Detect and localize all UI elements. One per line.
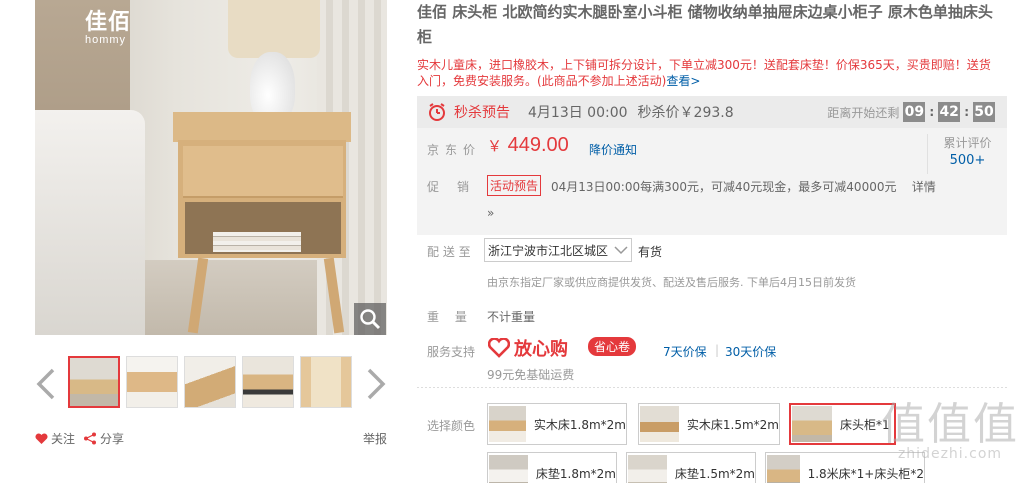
service-logo[interactable]: 放心购	[488, 335, 568, 361]
image-lamp-shade	[228, 0, 320, 58]
seckill-time: 4月13日 00:00	[528, 105, 628, 121]
countdown-separator: :	[929, 105, 935, 119]
price-value: ￥ 449.00	[487, 134, 569, 157]
follow-label: 关注	[51, 432, 76, 446]
color-option-thumb	[767, 455, 800, 483]
service-label: 服务支持	[427, 345, 476, 359]
review-count: 500+	[949, 153, 986, 168]
promotion-detail-link[interactable]: 详情	[912, 180, 936, 194]
brand-name-en: hommy	[85, 34, 127, 46]
price-label: 京东价	[427, 143, 482, 157]
countdown-minutes: 42	[938, 102, 961, 122]
color-option[interactable]: 床垫1.5m*2m	[626, 452, 756, 483]
color-option[interactable]: 床垫1.8m*2m	[487, 452, 617, 483]
main-product-image[interactable]: 佳佰 hommy	[35, 0, 387, 335]
color-option-label: 实木床1.5m*2m	[686, 417, 779, 432]
countdown: 距离开始还剩 09 : 42 : 50	[827, 102, 995, 122]
promo-text: 实木儿童床，进口橡胶木，上下铺可拆分设计，下单立减300元！送配套床垫！价保36…	[417, 57, 1002, 89]
address-value: 浙江宁波市江北区城区	[488, 243, 609, 258]
magnifier-icon[interactable]	[354, 303, 386, 335]
thumbnail-strip	[68, 356, 352, 408]
heart-outline-icon	[488, 338, 510, 358]
review-label: 累计评价	[943, 136, 992, 150]
shipping-note: 由京东指定厂家或供应商提供发货、配送及售后服务. 下单后4月15日前发货	[487, 276, 856, 289]
image-bed	[35, 110, 145, 335]
delivery-label: 配 送 至	[427, 245, 471, 259]
price-drop-notify-link[interactable]: 降价通知	[589, 141, 637, 158]
image-nightstand-drawer	[183, 146, 343, 198]
promotion-tag: 活动预告	[487, 175, 542, 196]
countdown-label: 距离开始还剩	[827, 105, 900, 120]
thumbnail[interactable]	[184, 356, 236, 408]
thumbnail[interactable]	[126, 356, 178, 408]
free-shipping-note: 99元免基础运费	[487, 368, 575, 382]
seckill-bar: 秒杀预告 4月13日 00:00 秒杀价￥293.8 距离开始还剩 09 : 4…	[417, 96, 1007, 128]
image-books	[213, 232, 301, 252]
countdown-seconds: 50	[973, 102, 995, 122]
service-badge[interactable]: 省心卷	[588, 337, 637, 356]
color-option-thumb	[640, 406, 679, 442]
countdown-hours: 09	[903, 102, 926, 122]
color-option-thumb	[489, 455, 528, 483]
thumbnail[interactable]	[300, 356, 352, 408]
promotion-label: 促销	[427, 180, 488, 194]
follow-button[interactable]: 关注	[35, 430, 75, 447]
currency-symbol: ￥	[487, 138, 503, 155]
image-nightstand-top	[173, 112, 351, 142]
countdown-separator: :	[964, 105, 969, 119]
share-label: 分享	[100, 432, 125, 446]
color-option-label: 床垫1.5m*2m	[674, 466, 755, 481]
product-title: 佳佰 床头柜 北欧简约实木腿卧室小斗柜 储物收纳单抽屉床边桌小柜子 原木色单抽床…	[417, 3, 993, 46]
weight-label: 重 量	[427, 310, 467, 324]
seckill-price: 秒杀价￥293.8	[637, 105, 734, 121]
promotion-desc-text: 04月13日00:00每满300元，可减40元现金，最多可减40000元	[551, 180, 897, 194]
weight-value: 不计重量	[487, 310, 536, 324]
color-option[interactable]: 实木床1.8m*2m	[487, 403, 627, 445]
brand-name-cn: 佳佰	[85, 9, 132, 34]
review-summary[interactable]: 累计评价 500+	[927, 134, 1007, 174]
promotion-expand[interactable]: »	[487, 206, 494, 220]
thumbnail[interactable]	[242, 356, 294, 408]
service-link-7day[interactable]: 7天价保	[663, 343, 707, 360]
price-amount: 449.00	[507, 134, 569, 156]
report-link[interactable]: 举报	[363, 430, 387, 447]
color-option[interactable]: 实木床1.5m*2m	[638, 403, 780, 445]
promo-text-body: 实木儿童床，进口橡胶木，上下铺可拆分设计，下单立减300元！送配套床垫！价保36…	[417, 58, 991, 88]
gallery-actions: 关注 分享 举报	[35, 430, 387, 446]
heart-icon	[35, 432, 48, 444]
color-option-label: 1.8米床*1+床头柜*2	[807, 466, 924, 481]
watermark-logo: 值值值	[881, 399, 1019, 450]
chevron-left-icon[interactable]	[35, 368, 57, 403]
watermark-url: zhidezhi.com	[897, 446, 1003, 462]
color-option-thumb	[489, 406, 526, 442]
color-option-thumb	[628, 455, 667, 483]
section-divider	[417, 387, 1007, 388]
service-logo-text: 放心购	[514, 339, 568, 360]
share-button[interactable]: 分享	[83, 430, 124, 447]
service-separator: |	[715, 343, 720, 357]
chevron-down-icon	[614, 246, 628, 255]
alarm-clock-icon	[429, 103, 445, 121]
address-select[interactable]: 浙江宁波市江北区城区	[484, 238, 632, 262]
promotion-desc: 04月13日00:00每满300元，可减40元现金，最多可减40000元 详情	[551, 178, 936, 195]
thumbnail[interactable]	[68, 356, 120, 408]
seckill-label: 秒杀预告	[454, 105, 510, 121]
promo-view-link[interactable]: 查看>	[666, 74, 700, 88]
brand-logo: 佳佰 hommy	[85, 4, 131, 46]
color-option-label: 实木床1.8m*2m	[533, 417, 626, 432]
share-icon	[84, 432, 96, 445]
stock-status: 有货	[638, 245, 663, 259]
color-option-label: 床垫1.8m*2m	[535, 466, 616, 481]
service-link-30day[interactable]: 30天价保	[725, 343, 776, 360]
color-option-thumb	[792, 406, 832, 442]
price-panel: 秒杀预告 4月13日 00:00 秒杀价￥293.8 距离开始还剩 09 : 4…	[417, 96, 1007, 235]
watermark: 值值值 zhidezhi.com	[880, 399, 1020, 463]
color-label: 选择颜色	[427, 419, 476, 433]
chevron-right-icon[interactable]	[365, 368, 387, 403]
